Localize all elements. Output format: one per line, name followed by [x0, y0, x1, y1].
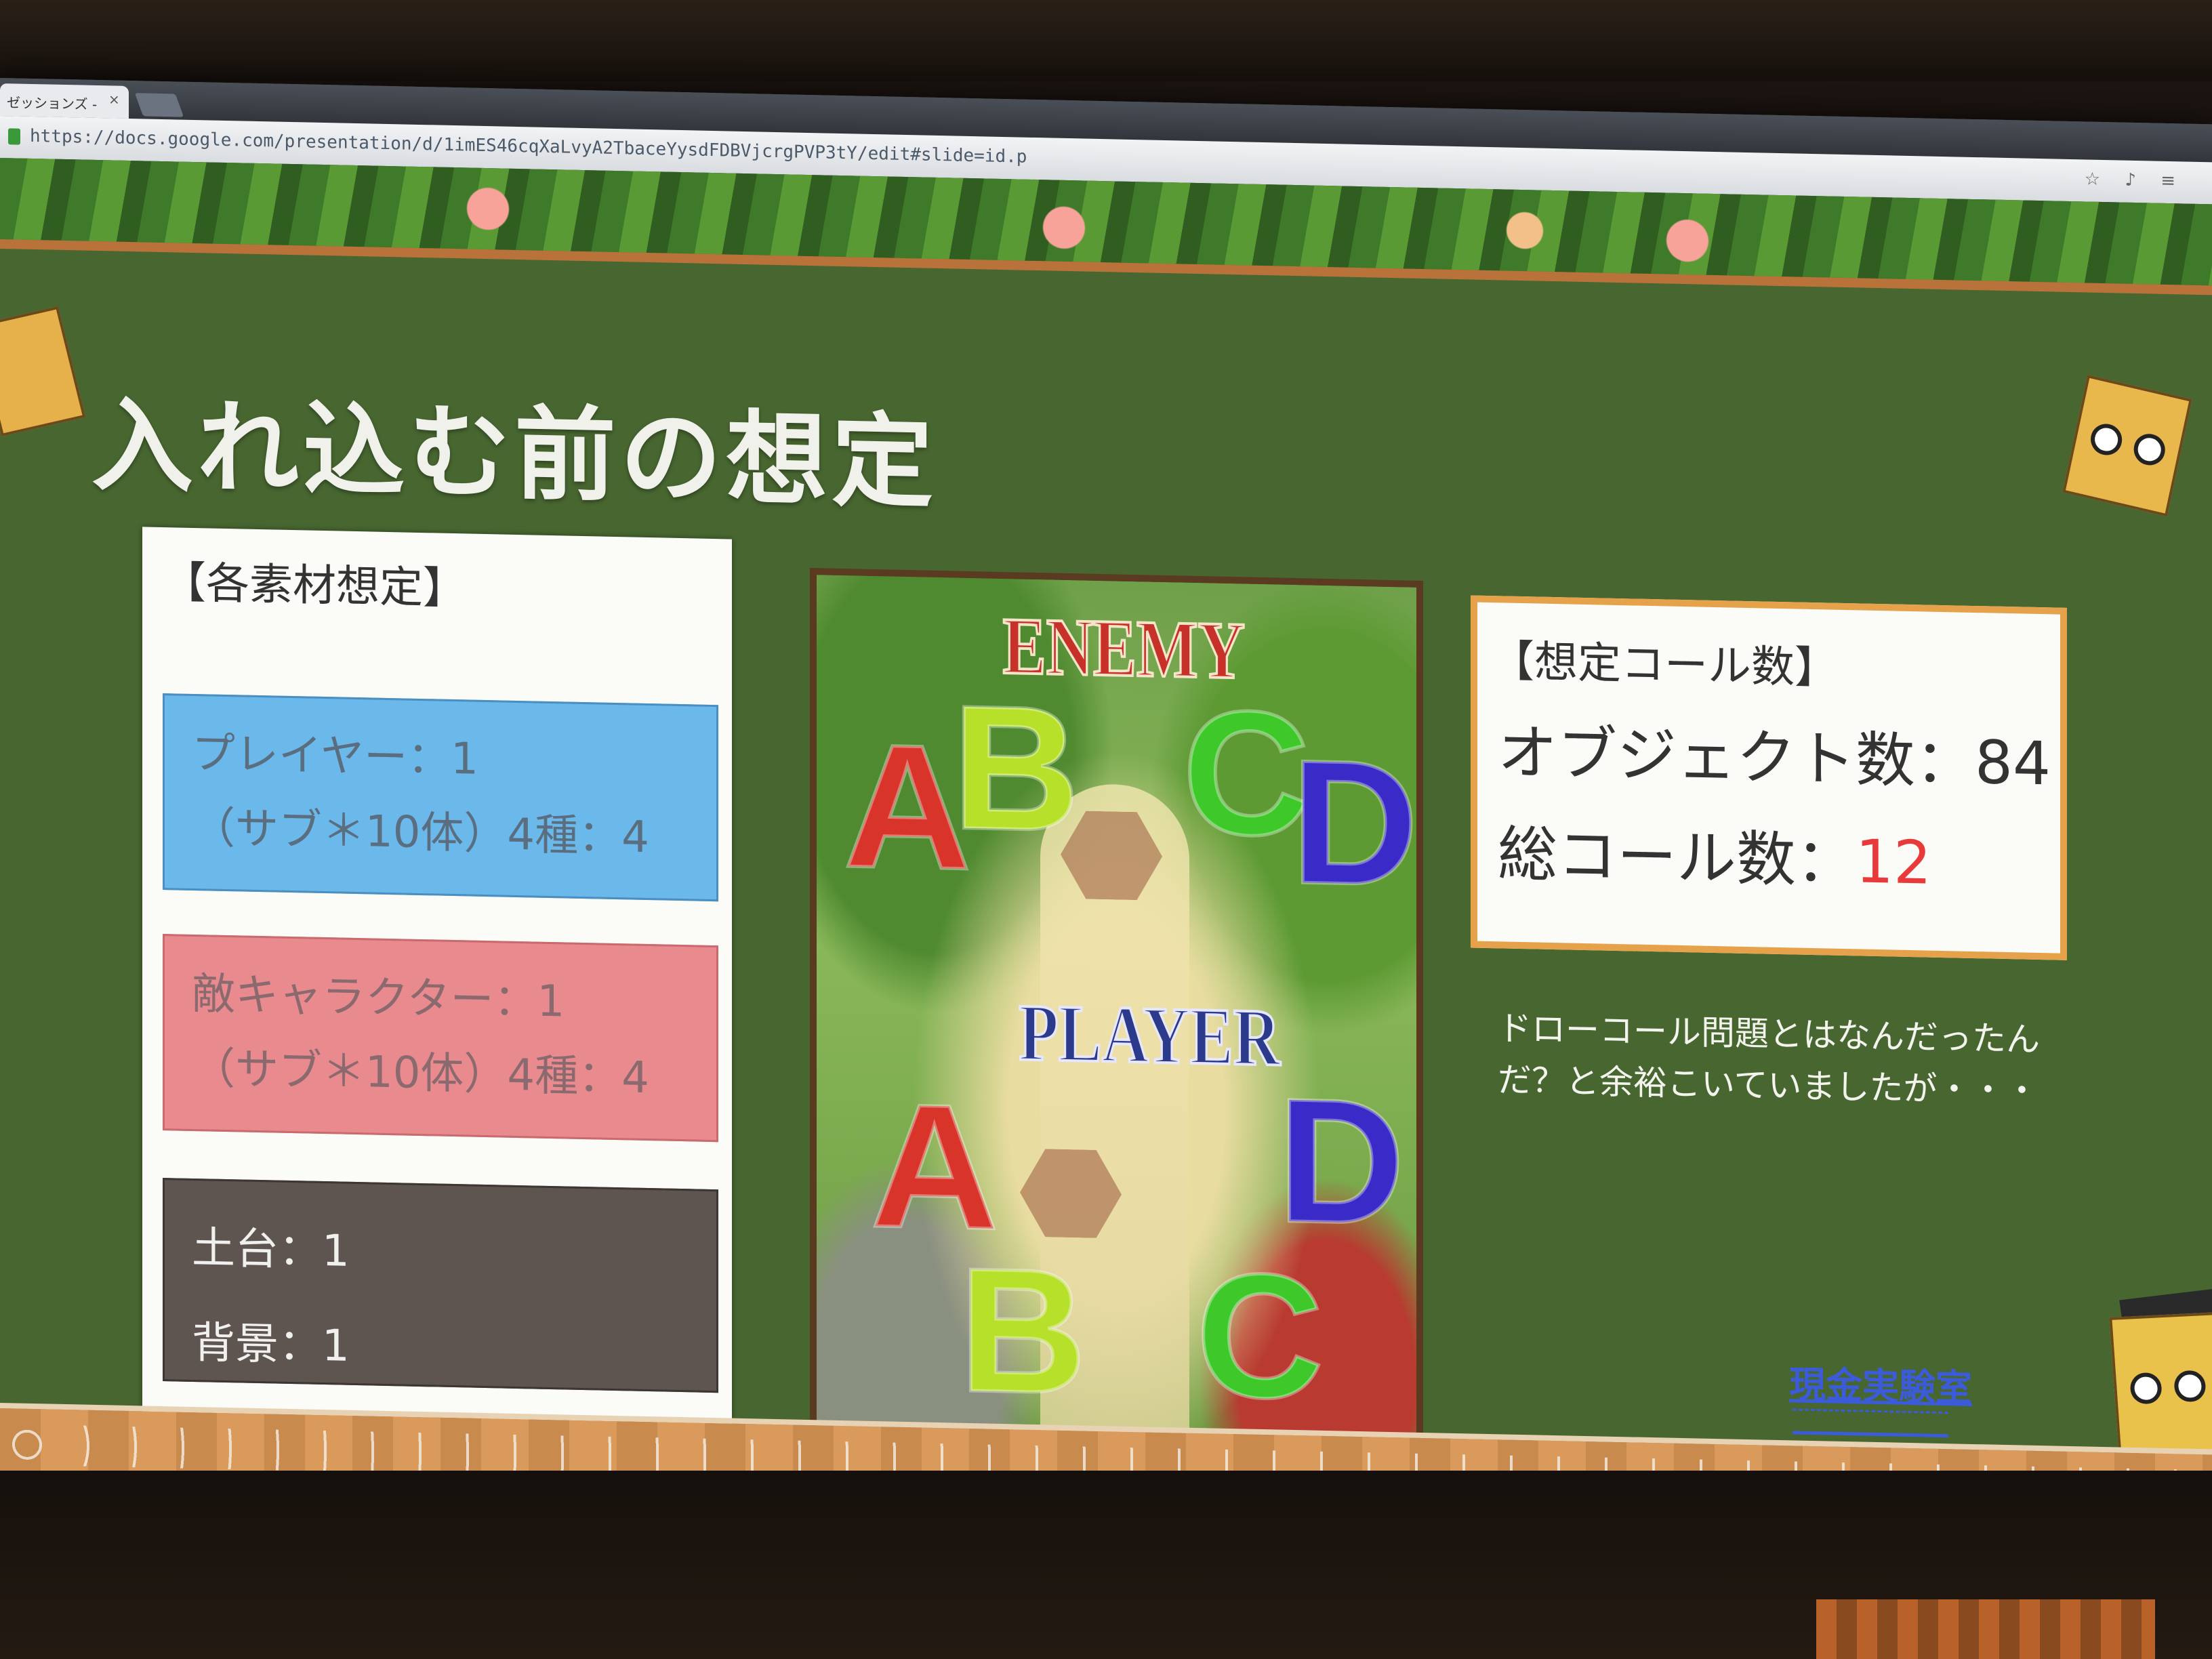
- object-count-label: オブジェクト数：: [1498, 717, 1975, 798]
- mascot-right-decoration: [2062, 375, 2192, 517]
- footer-logo[interactable]: 現金実験室: [1789, 1354, 1972, 1412]
- stage-card-line1: 土台：1: [192, 1223, 350, 1277]
- room-curtain: [1816, 1599, 2155, 1659]
- player-letter-d: D: [1276, 1061, 1407, 1263]
- player-letter-b: B: [958, 1230, 1088, 1433]
- toolbar-icons[interactable]: ☆ ♪ ≡: [2085, 169, 2185, 191]
- total-call-value: 12: [1856, 826, 1931, 898]
- player-card: プレイヤー：1 （サブ＊10体）4種：4: [163, 693, 718, 902]
- mascot-eye-icon: [2173, 1370, 2207, 1403]
- note-text: ドローコール問題とはなんだったんだ？と余裕こいていましたが・・・: [1498, 1008, 2040, 1111]
- call-count-header: 【想定コール数】: [1491, 636, 1838, 694]
- player-letter-a: A: [869, 1065, 1000, 1268]
- footer-logo-underline: [1793, 1408, 1948, 1438]
- enemy-card-line2: （サブ＊10体）4種：4: [192, 1043, 649, 1104]
- enemy-card-line1: 敵キャラクター：1: [192, 968, 565, 1027]
- call-count-panel: 【想定コール数】 オブジェクト数：84 総コール数：12: [1471, 595, 2067, 960]
- total-call-label: 総コール数：: [1498, 819, 1856, 897]
- presentation-slide: 入れ込む前の想定 【各素材想定】 プレイヤー：1 （サブ＊10体）4種：4 敵キ…: [0, 158, 2212, 1519]
- total-call-row: 総コール数：12: [1498, 806, 1931, 901]
- mascot-eye-icon: [2087, 420, 2125, 459]
- player-letter-c: C: [1195, 1235, 1326, 1437]
- object-count-value: 84: [1975, 727, 2051, 799]
- mascot-eye-icon: [2129, 1372, 2163, 1405]
- mascot-left-decoration: [0, 306, 86, 437]
- browser-tab[interactable]: ゼッションズ - ×: [0, 83, 129, 119]
- materials-header: 【各素材想定】: [163, 558, 466, 615]
- room-background-top: [0, 0, 2212, 81]
- enemy-card: 敵キャラクター：1 （サブ＊10体）4種：4: [163, 934, 718, 1143]
- object-count-row: オブジェクト数：84: [1498, 704, 2051, 802]
- close-icon[interactable]: ×: [108, 91, 120, 107]
- game-screenshot: ENEMY PLAYER A B C D A B C D: [810, 568, 1423, 1475]
- new-tab-button[interactable]: [134, 93, 184, 117]
- slide-title: 入れ込む前の想定: [91, 386, 938, 523]
- enemy-letter-d: D: [1290, 722, 1420, 924]
- stage-card-line2: 背景：1: [192, 1317, 350, 1372]
- enemy-letter-b: B: [951, 668, 1082, 870]
- player-card-line2: （サブ＊10体）4種：4: [192, 802, 649, 863]
- player-label: PLAYER: [1017, 986, 1281, 1084]
- stage-card: 土台：1 背景：1: [163, 1178, 718, 1393]
- mascot-eye-icon: [2131, 430, 2168, 468]
- lock-icon: [8, 128, 20, 145]
- player-card-line1: プレイヤー：1: [192, 728, 478, 785]
- browser-tab-title: ゼッションズ -: [7, 94, 98, 112]
- materials-panel: 【各素材想定】 プレイヤー：1 （サブ＊10体）4種：4 敵キャラクター：1 （…: [142, 527, 732, 1465]
- projector-screen: ゼッションズ - × https://docs.google.com/prese…: [0, 78, 2212, 1521]
